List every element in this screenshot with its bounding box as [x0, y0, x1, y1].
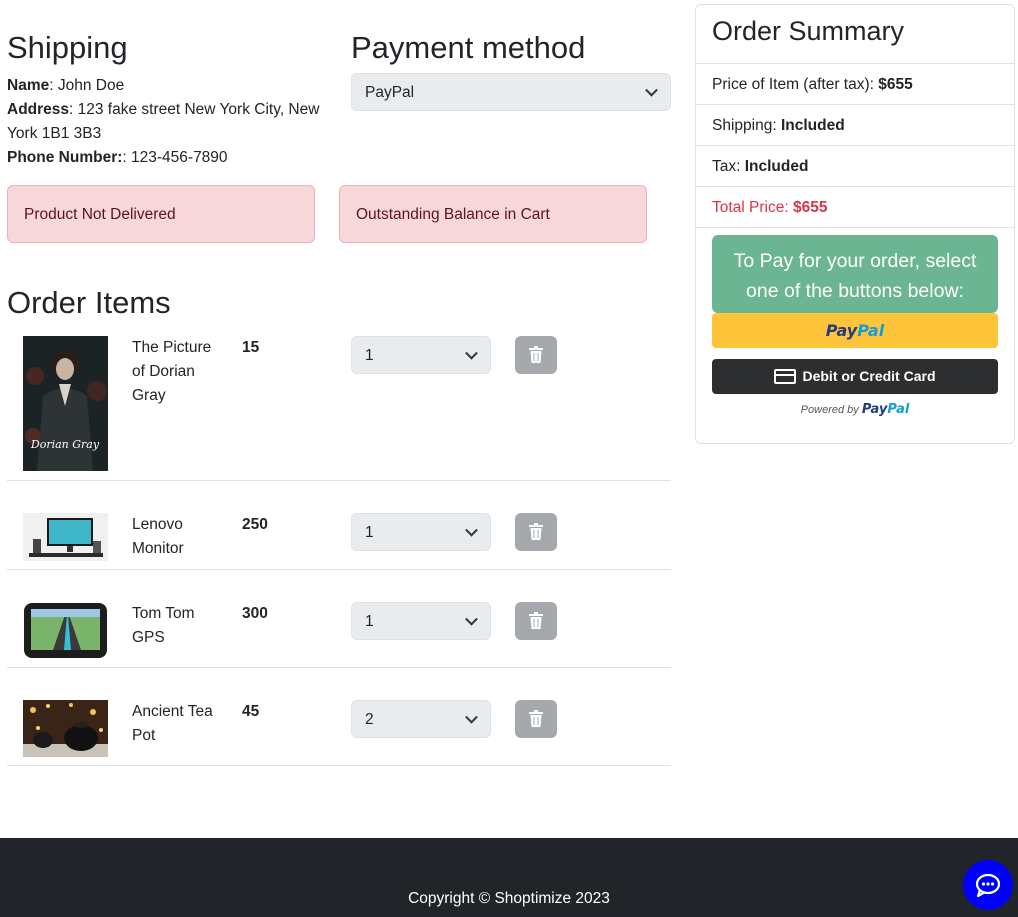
summary-price-row: Price of Item (after tax): $655: [696, 64, 1014, 105]
alert-not-delivered: Product Not Delivered: [7, 185, 315, 243]
copyright-text: Copyright © Shoptimize 2023: [408, 890, 610, 907]
order-summary-card: Order Summary Price of Item (after tax):…: [695, 4, 1015, 444]
delete-item-button[interactable]: [515, 336, 557, 374]
delete-item-button[interactable]: [515, 602, 557, 640]
shipping-info: Name: John Doe Address: 123 fake street …: [7, 74, 332, 170]
payment-method-value: PayPal: [365, 84, 415, 101]
shipping-address: Address: 123 fake street New York City, …: [7, 101, 320, 142]
book-cover-image: Dorian Gray: [23, 336, 108, 471]
quantity-select[interactable]: 1: [351, 513, 491, 551]
quantity-select[interactable]: 1: [351, 602, 491, 640]
chat-icon: [975, 873, 1001, 898]
delete-item-button[interactable]: [515, 700, 557, 738]
payment-title: Payment method: [351, 30, 586, 65]
card-button-label: Debit or Credit Card: [802, 368, 936, 384]
summary-shipping-row: Shipping: Included: [696, 105, 1014, 146]
tea-pot-image: [23, 700, 108, 757]
order-items-title: Order Items: [7, 285, 171, 320]
shipping-phone: Phone Number:: 123-456-7890: [7, 149, 228, 166]
item-price: 15: [242, 339, 260, 356]
order-item-row: Ancient Tea Pot 45 2: [7, 668, 671, 766]
item-name: Ancient Tea Pot: [132, 703, 213, 744]
item-price: 250: [242, 516, 268, 533]
pay-instructions: To Pay for your order, select one of the…: [712, 235, 998, 313]
chevron-down-icon: [465, 612, 478, 626]
chat-button[interactable]: [963, 860, 1013, 910]
chevron-down-icon: [645, 83, 658, 97]
paypal-logo-pal: Pal: [857, 321, 885, 340]
powered-by-paypal: Powered by PayPal: [800, 402, 910, 417]
shipping-name: Name: John Doe: [7, 77, 125, 94]
quantity-value: 1: [365, 524, 374, 541]
order-item-row: Lenovo Monitor 250 1: [7, 481, 671, 570]
shipping-title: Shipping: [7, 30, 128, 65]
item-name: Lenovo Monitor: [132, 516, 184, 557]
footer: Copyright © Shoptimize 2023: [0, 838, 1018, 917]
chevron-down-icon: [465, 710, 478, 724]
chevron-down-icon: [465, 523, 478, 537]
order-item-row: Dorian Gray The Picture of Dorian Gray 1…: [7, 328, 671, 481]
summary-tax-row: Tax: Included: [696, 146, 1014, 187]
item-price: 45: [242, 703, 260, 720]
alert-outstanding-balance: Outstanding Balance in Cart: [339, 185, 647, 243]
debit-credit-card-button[interactable]: Debit or Credit Card: [712, 359, 998, 394]
card-icon: [774, 369, 797, 384]
monitor-image: [23, 513, 108, 561]
item-name: Tom Tom GPS: [132, 605, 195, 646]
trash-icon: [529, 710, 543, 727]
quantity-value: 1: [365, 613, 374, 630]
gps-image: [23, 601, 108, 660]
trash-icon: [529, 346, 543, 363]
quantity-value: 2: [365, 711, 374, 728]
quantity-select[interactable]: 1: [351, 336, 491, 374]
delete-item-button[interactable]: [515, 513, 557, 551]
summary-total-row: Total Price: $655: [696, 187, 1014, 228]
svg-text:Dorian Gray: Dorian Gray: [30, 438, 100, 451]
trash-icon: [529, 612, 543, 629]
item-price: 300: [242, 605, 268, 622]
quantity-value: 1: [365, 347, 374, 364]
order-item-row: Tom Tom GPS 300 1: [7, 570, 671, 668]
quantity-select[interactable]: 2: [351, 700, 491, 738]
order-summary-title: Order Summary: [696, 5, 1014, 64]
paypal-button[interactable]: PayPal: [712, 313, 998, 348]
chevron-down-icon: [465, 346, 478, 360]
item-name: The Picture of Dorian Gray: [132, 339, 212, 404]
payment-method-select[interactable]: PayPal: [351, 73, 671, 111]
trash-icon: [529, 523, 543, 540]
paypal-logo-pay: Pay: [825, 321, 858, 340]
